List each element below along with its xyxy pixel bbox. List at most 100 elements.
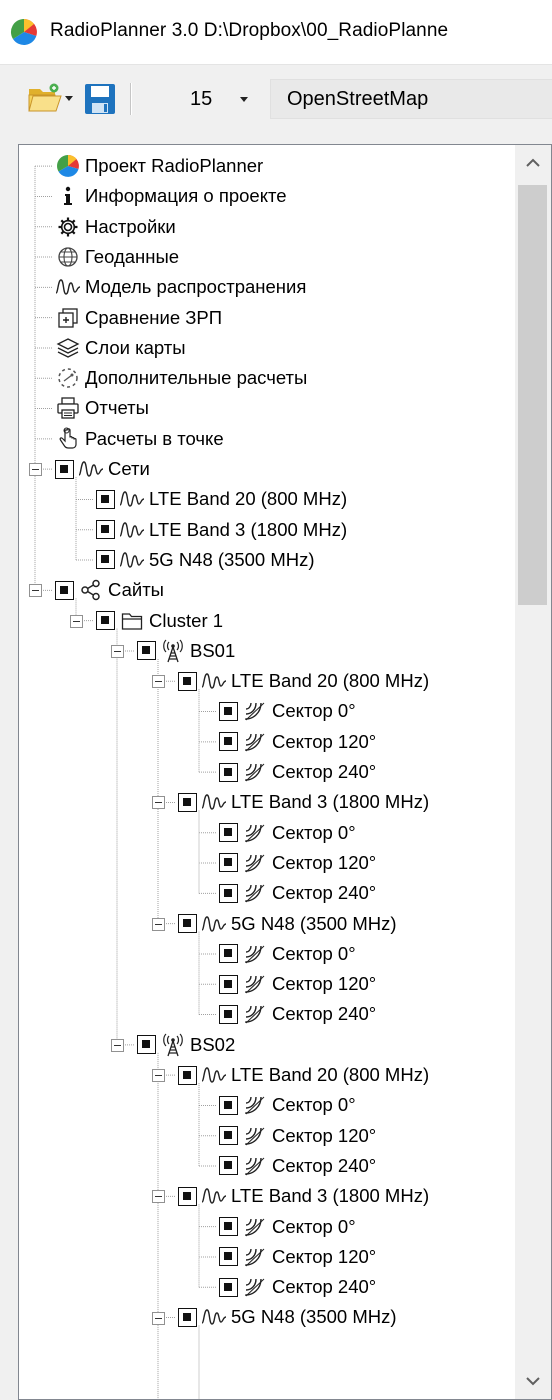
vertical-scrollbar[interactable]: [515, 145, 551, 1399]
tree-item[interactable]: LTE Band 3 (1800 MHz): [96, 515, 347, 545]
tree-item[interactable]: Сектор 0°: [219, 1212, 356, 1242]
tree-item-label: 5G N48 (3500 MHz): [149, 548, 315, 570]
project-tree[interactable]: Проект RadioPlanner Информация о проекте Н…: [18, 144, 552, 1400]
visibility-checkbox[interactable]: [219, 974, 238, 994]
visibility-checkbox[interactable]: [178, 1186, 197, 1206]
antenna-tower-icon: [160, 1032, 186, 1058]
tree-item-label: Сектор 240°: [272, 1276, 377, 1298]
tree-item-label: Сети: [108, 458, 150, 479]
scroll-down-icon[interactable]: [515, 1363, 551, 1399]
collapse-toggle-icon[interactable]: [152, 1069, 165, 1083]
visibility-checkbox[interactable]: [219, 1217, 238, 1236]
tree-item[interactable]: Слои карты: [55, 333, 186, 363]
wave-icon: [201, 1062, 227, 1088]
collapse-toggle-icon[interactable]: [111, 1038, 124, 1052]
visibility-checkbox[interactable]: [137, 1035, 156, 1055]
tree-item[interactable]: Дополнительные расчеты: [55, 363, 307, 393]
visibility-checkbox[interactable]: [96, 489, 115, 509]
tree-item[interactable]: Сектор 120°: [219, 1121, 376, 1151]
tree-item[interactable]: Сектор 0°: [219, 1090, 356, 1120]
visibility-checkbox[interactable]: [219, 883, 238, 903]
folder-open-icon[interactable]: [28, 83, 62, 113]
tree-item[interactable]: Сектор 240°: [219, 1272, 376, 1302]
visibility-checkbox[interactable]: [178, 1307, 197, 1327]
visibility-checkbox[interactable]: [219, 1126, 238, 1146]
collapse-toggle-icon[interactable]: [152, 796, 165, 810]
tree-item[interactable]: LTE Band 20 (800 MHz): [96, 484, 347, 514]
tree-item[interactable]: LTE Band 20 (800 MHz): [178, 1060, 429, 1090]
visibility-checkbox[interactable]: [55, 580, 74, 600]
tree-item[interactable]: Сектор 120°: [219, 1242, 376, 1272]
tree-item[interactable]: BS01: [137, 636, 235, 666]
collapse-toggle-icon[interactable]: [152, 1311, 165, 1325]
tree-item[interactable]: Проект RadioPlanner: [55, 151, 263, 181]
visibility-checkbox[interactable]: [219, 1156, 238, 1176]
collapse-toggle-icon[interactable]: [111, 644, 124, 658]
visibility-checkbox[interactable]: [219, 701, 238, 721]
visibility-checkbox[interactable]: [178, 914, 197, 933]
tree-item[interactable]: LTE Band 3 (1800 MHz): [178, 787, 429, 817]
tree-item[interactable]: Расчеты в точке: [55, 424, 224, 454]
visibility-checkbox[interactable]: [219, 944, 238, 964]
tree-item-label: Сектор 120°: [272, 730, 377, 752]
visibility-checkbox[interactable]: [219, 1247, 238, 1267]
open-dropdown-arrow-icon[interactable]: [64, 95, 74, 103]
tree-item[interactable]: Сектор 0°: [219, 818, 356, 848]
tree-item[interactable]: Сектор 120°: [219, 969, 376, 999]
tree-item[interactable]: Отчеты: [55, 393, 149, 423]
visibility-checkbox[interactable]: [178, 792, 197, 812]
tree-item[interactable]: LTE Band 3 (1800 MHz): [178, 1181, 429, 1211]
visibility-checkbox[interactable]: [219, 732, 238, 752]
visibility-checkbox[interactable]: [178, 671, 197, 691]
tree-item[interactable]: 5G N48 (3500 MHz): [178, 909, 397, 939]
tree-item[interactable]: Информация о проекте: [55, 181, 287, 211]
tree-item[interactable]: LTE Band 20 (800 MHz): [178, 666, 429, 696]
collapse-toggle-icon[interactable]: [152, 917, 165, 931]
visibility-checkbox[interactable]: [219, 853, 238, 873]
visibility-checkbox[interactable]: [96, 611, 115, 630]
tree-item[interactable]: Cluster 1: [96, 606, 223, 636]
tree-item-label: Настройки: [85, 215, 176, 237]
tree-item[interactable]: Сектор 240°: [219, 999, 376, 1029]
collapse-toggle-icon[interactable]: [152, 675, 165, 689]
tree-item[interactable]: Сектор 120°: [219, 848, 376, 878]
floppy-save-icon[interactable]: [84, 83, 116, 115]
tree-item[interactable]: BS02: [137, 1030, 235, 1060]
tree-item[interactable]: Сектор 240°: [219, 878, 376, 908]
visibility-checkbox[interactable]: [219, 762, 238, 782]
visibility-checkbox[interactable]: [219, 823, 238, 843]
visibility-checkbox[interactable]: [219, 1277, 238, 1297]
visibility-checkbox[interactable]: [96, 550, 115, 570]
tree-item[interactable]: Сектор 0°: [219, 696, 356, 726]
collapse-toggle-icon[interactable]: [152, 1190, 165, 1204]
map-source-select[interactable]: OpenStreetMap: [270, 79, 552, 119]
tree-item[interactable]: 5G N48 (3500 MHz): [96, 545, 315, 575]
visibility-checkbox[interactable]: [178, 1065, 197, 1085]
visibility-checkbox[interactable]: [96, 520, 115, 540]
tree-item[interactable]: Сети: [55, 454, 150, 484]
wave-icon: [55, 274, 81, 300]
tree-item[interactable]: Сектор 0°: [219, 939, 356, 969]
scroll-up-icon[interactable]: [515, 145, 551, 181]
tree-item-label: Геоданные: [85, 245, 180, 267]
visibility-checkbox[interactable]: [55, 459, 74, 479]
tree-item[interactable]: Модель распространения: [55, 272, 306, 302]
tree-item[interactable]: Сектор 240°: [219, 1151, 376, 1181]
collapse-toggle-icon[interactable]: [29, 584, 42, 598]
tree-item[interactable]: Сектор 240°: [219, 757, 376, 787]
collapse-toggle-icon[interactable]: [29, 463, 42, 477]
antenna-tower-icon: [160, 638, 186, 664]
visibility-checkbox[interactable]: [219, 1004, 238, 1024]
tree-item[interactable]: Геоданные: [55, 242, 179, 272]
scrollbar-thumb[interactable]: [518, 185, 547, 605]
tree-item[interactable]: Сайты: [55, 575, 164, 605]
collapse-toggle-icon[interactable]: [70, 614, 83, 628]
zoom-level-select[interactable]: 15: [160, 79, 265, 119]
visibility-checkbox[interactable]: [219, 1095, 238, 1115]
tree-item[interactable]: 5G N48 (3500 MHz): [178, 1302, 397, 1332]
tree-item[interactable]: Настройки: [55, 212, 176, 242]
tree-item[interactable]: Сектор 120°: [219, 727, 376, 757]
visibility-checkbox[interactable]: [137, 641, 156, 661]
sector-icon: [242, 729, 268, 755]
tree-item[interactable]: Сравнение ЗРП: [55, 303, 222, 333]
